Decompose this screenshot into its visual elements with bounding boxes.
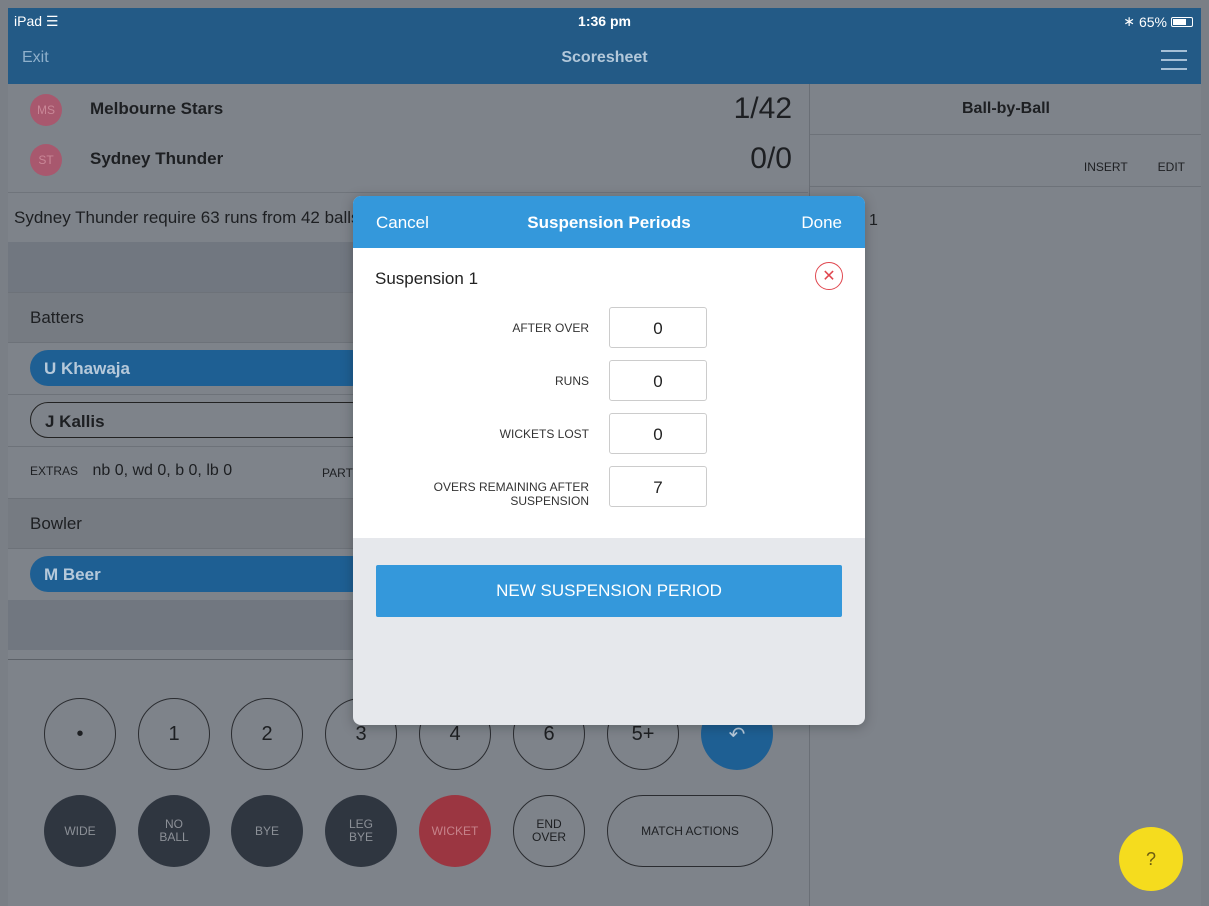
match-actions-button[interactable]: MATCH ACTIONS xyxy=(607,795,773,867)
undo-icon: ↶ xyxy=(728,723,746,746)
leg-bye-line2: BYE xyxy=(348,830,373,844)
team-row-batting-first: MS Melbourne Stars 1/42 xyxy=(8,84,808,132)
battery-percent: 65% xyxy=(1138,13,1167,30)
divider xyxy=(810,134,1201,135)
extras-label: EXTRAS xyxy=(30,464,79,478)
status-right: ∗ 65% xyxy=(1123,13,1193,30)
ball-by-ball-actions: INSERT EDIT xyxy=(1084,160,1185,174)
help-button[interactable]: ? xyxy=(1119,827,1183,891)
no-ball-button[interactable]: NO BALL xyxy=(138,795,210,867)
overs-remaining-row: OVERS REMAINING AFTER SUSPENSION 7 xyxy=(353,466,865,508)
ball-by-ball-title: Ball-by-Ball xyxy=(961,100,1050,117)
after-over-row: AFTER OVER 0 xyxy=(353,307,865,349)
suspension-card: Suspension 1 ✕ AFTER OVER 0 RUNS 0 WICKE… xyxy=(353,248,865,538)
edit-button[interactable]: EDIT xyxy=(1158,160,1185,174)
runs-label: RUNS xyxy=(554,374,589,388)
batter-pill[interactable]: U Khawaja xyxy=(30,350,370,386)
wickets-lost-row: WICKETS LOST 0 xyxy=(353,413,865,455)
team-score: 1/42 xyxy=(733,92,792,125)
status-bar: iPad ☰ 1:36 pm ∗ 65% xyxy=(8,8,1201,34)
close-circle-icon[interactable]: ✕ xyxy=(815,262,843,290)
runs-input[interactable]: 0 xyxy=(609,360,707,401)
overs-remaining-input[interactable]: 7 xyxy=(609,466,707,507)
wide-button[interactable]: WIDE xyxy=(44,795,116,867)
team-score: 0/0 xyxy=(750,142,792,175)
wickets-lost-input[interactable]: 0 xyxy=(609,413,707,454)
run-2-button[interactable]: 2 xyxy=(231,698,303,770)
extras-value: nb 0, wd 0, b 0, lb 0 xyxy=(92,462,233,479)
bluetooth-icon: ∗ xyxy=(1123,13,1135,29)
modal-title: Suspension Periods xyxy=(527,213,691,232)
bowler-pill[interactable]: M Beer xyxy=(30,556,370,592)
team-name: Sydney Thunder xyxy=(90,149,224,168)
batter-pill[interactable]: J Kallis xyxy=(30,402,370,438)
after-over-input[interactable]: 0 xyxy=(609,307,707,348)
status-time: 1:36 pm xyxy=(578,13,631,29)
team-badge: ST xyxy=(30,144,62,176)
suspension-periods-modal: Cancel Suspension Periods Done Suspensio… xyxy=(353,196,865,725)
done-button[interactable]: Done xyxy=(801,213,842,233)
dot-ball-button[interactable]: • xyxy=(44,698,116,770)
over-number: 1 xyxy=(869,212,878,229)
page-title: Scoresheet xyxy=(561,49,648,66)
team-badge: MS xyxy=(30,94,62,126)
hamburger-menu-icon[interactable] xyxy=(1161,50,1187,70)
no-ball-line2: BALL xyxy=(159,830,189,844)
end-over-line2: OVER xyxy=(531,830,566,844)
new-suspension-period-button[interactable]: NEW SUSPENSION PERIOD xyxy=(376,565,842,617)
nav-bar: Exit Scoresheet xyxy=(8,34,1201,84)
after-over-label: AFTER OVER xyxy=(512,321,589,335)
end-over-button[interactable]: END OVER xyxy=(513,795,585,867)
insert-button[interactable]: INSERT xyxy=(1084,160,1128,174)
team-row-batting-second: ST Sydney Thunder 0/0 xyxy=(8,134,808,182)
battery-icon xyxy=(1171,16,1193,27)
wicket-button[interactable]: WICKET xyxy=(419,795,491,867)
overs-remaining-label: OVERS REMAINING AFTER SUSPENSION xyxy=(433,480,589,508)
runs-row: RUNS 0 xyxy=(353,360,865,402)
wickets-lost-label: WICKETS LOST xyxy=(499,427,589,441)
leg-bye-button[interactable]: LEG BYE xyxy=(325,795,397,867)
team-name: Melbourne Stars xyxy=(90,99,224,118)
app-frame: iPad ☰ 1:36 pm ∗ 65% Exit Scoresheet MS … xyxy=(8,8,1201,906)
suspension-title: Suspension 1 xyxy=(375,269,479,288)
run-1-button[interactable]: 1 xyxy=(138,698,210,770)
bye-button[interactable]: BYE xyxy=(231,795,303,867)
modal-header: Cancel Suspension Periods Done xyxy=(353,196,865,248)
divider xyxy=(810,186,1201,187)
ball-by-ball-panel: Ball-by-Ball INSERT EDIT 1 ? xyxy=(809,84,1201,906)
